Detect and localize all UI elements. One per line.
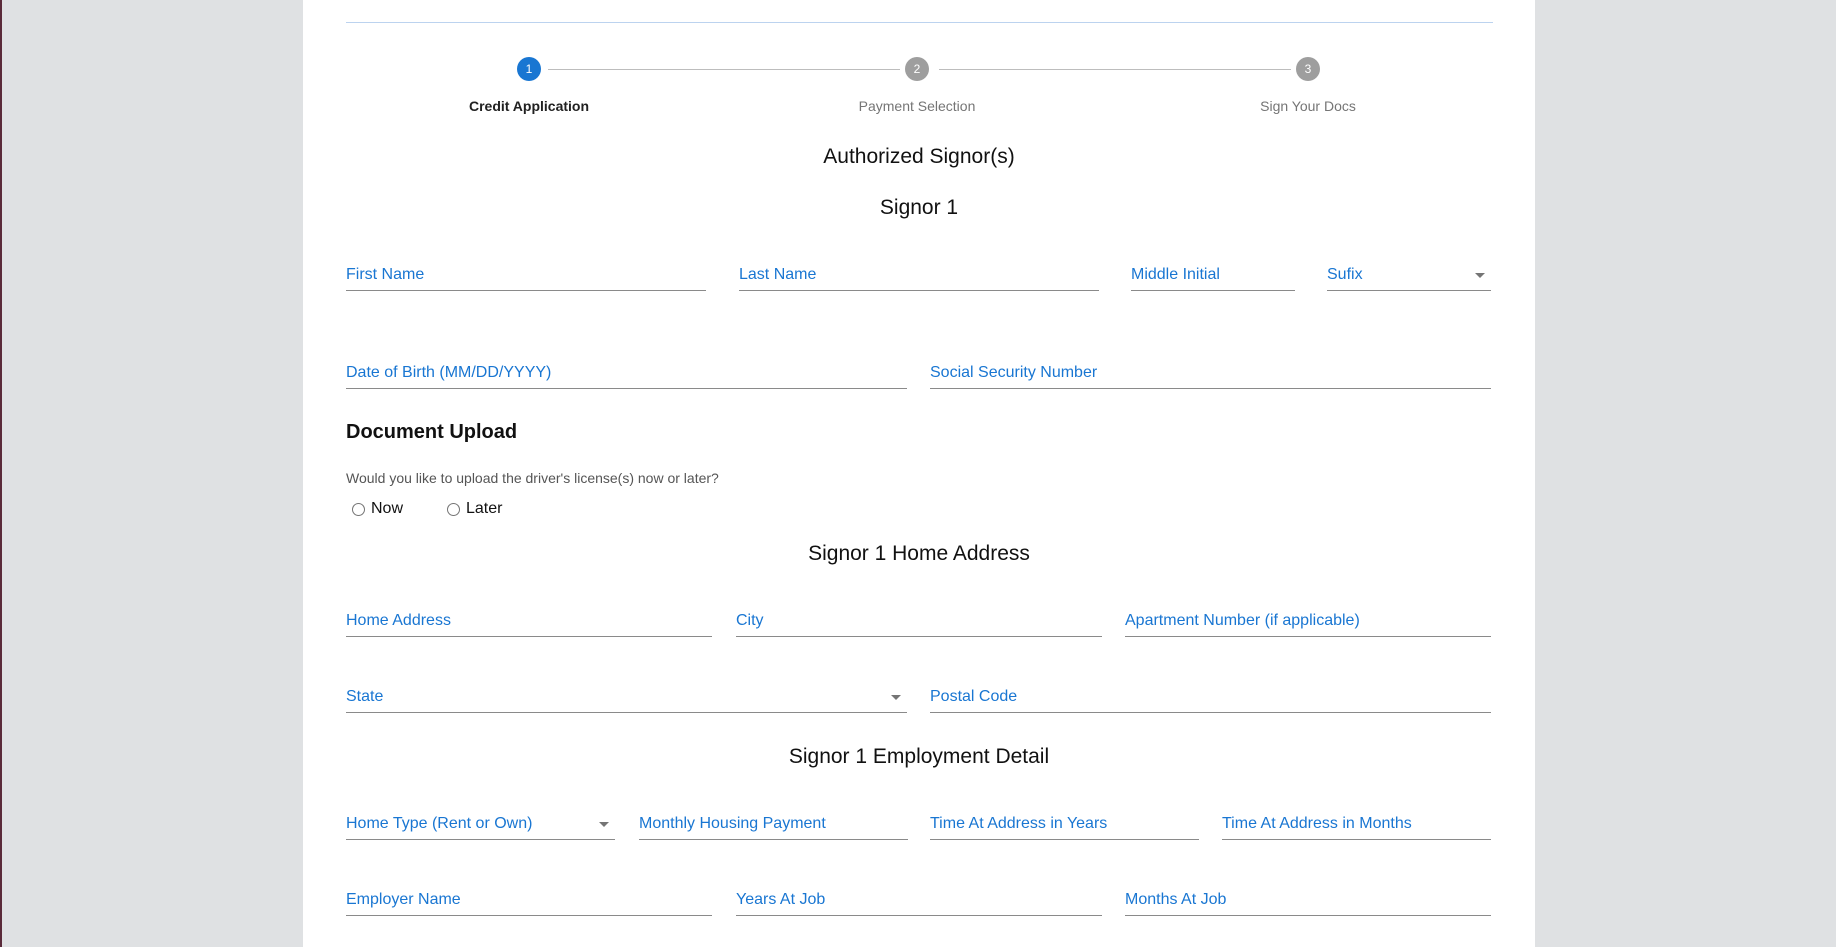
suffix-select[interactable]: Sufix [1327, 255, 1491, 291]
dob-field[interactable]: Date of Birth (MM/DD/YYYY) [346, 353, 907, 389]
radio-now-label: Now [371, 500, 404, 517]
monthly-housing-label: Monthly Housing Payment [639, 815, 826, 832]
dob-label: Date of Birth (MM/DD/YYYY) [346, 364, 552, 381]
home-address-field[interactable]: Home Address [346, 601, 712, 637]
employer-field[interactable]: Employer Name [346, 880, 712, 916]
step-2-label[interactable]: Payment Selection [797, 98, 1037, 114]
last-name-field[interactable]: Last Name [739, 255, 1099, 291]
months-job-label: Months At Job [1125, 891, 1227, 908]
step-2-indicator[interactable]: 2 [905, 57, 929, 81]
step-3-label[interactable]: Sign Your Docs [1188, 98, 1428, 114]
state-select[interactable]: State [346, 677, 907, 713]
time-years-field[interactable]: Time At Address in Years [930, 804, 1199, 840]
suffix-label: Sufix [1327, 266, 1363, 283]
chevron-down-icon [1475, 273, 1485, 278]
last-name-label: Last Name [739, 266, 817, 283]
time-years-label: Time At Address in Years [930, 815, 1108, 832]
form-panel: 1 2 3 Credit Application Payment Selecti… [303, 0, 1535, 947]
step-connector [548, 69, 900, 70]
stepper: 1 2 3 Credit Application Payment Selecti… [303, 0, 1535, 130]
ssn-field[interactable]: Social Security Number [930, 353, 1491, 389]
first-name-label: First Name [346, 266, 425, 283]
state-label: State [346, 688, 384, 705]
radio-now[interactable]: Now [352, 500, 403, 518]
employer-label: Employer Name [346, 891, 461, 908]
apartment-label: Apartment Number (if applicable) [1125, 612, 1360, 629]
chevron-down-icon [599, 822, 609, 827]
step-1-label[interactable]: Credit Application [409, 98, 649, 114]
ssn-label: Social Security Number [930, 364, 1098, 381]
months-job-field[interactable]: Months At Job [1125, 880, 1491, 916]
section-title-authorized: Authorized Signor(s) [823, 145, 1015, 168]
home-type-label: Home Type (Rent or Own) [346, 815, 533, 832]
years-job-field[interactable]: Years At Job [736, 880, 1102, 916]
middle-initial-label: Middle Initial [1131, 266, 1220, 283]
upload-question: Would you like to upload the driver's li… [346, 470, 719, 486]
time-months-label: Time At Address in Months [1222, 815, 1412, 832]
step-3-indicator[interactable]: 3 [1296, 57, 1320, 81]
radio-later[interactable]: Later [447, 500, 502, 518]
window-edge [0, 0, 2, 947]
radio-later-label: Later [466, 500, 503, 517]
section-title-home-address: Signor 1 Home Address [808, 542, 1030, 565]
first-name-field[interactable]: First Name [346, 255, 706, 291]
postal-code-label: Postal Code [930, 688, 1018, 705]
radio-later-button[interactable] [447, 502, 460, 516]
section-title-employment: Signor 1 Employment Detail [788, 745, 1050, 768]
chevron-down-icon [891, 695, 901, 700]
section-title-signor: Signor 1 [879, 196, 959, 219]
city-field[interactable]: City [736, 601, 1102, 637]
postal-code-field[interactable]: Postal Code [930, 677, 1491, 713]
apartment-field[interactable]: Apartment Number (if applicable) [1125, 601, 1491, 637]
city-label: City [736, 612, 764, 629]
home-type-select[interactable]: Home Type (Rent or Own) [346, 804, 615, 840]
radio-now-button[interactable] [352, 502, 365, 516]
monthly-housing-field[interactable]: Monthly Housing Payment [639, 804, 908, 840]
document-upload-title: Document Upload [346, 421, 518, 443]
step-1-indicator[interactable]: 1 [517, 57, 541, 81]
home-address-label: Home Address [346, 612, 451, 629]
time-months-field[interactable]: Time At Address in Months [1222, 804, 1491, 840]
middle-initial-field[interactable]: Middle Initial [1131, 255, 1295, 291]
years-job-label: Years At Job [736, 891, 826, 908]
step-connector [939, 69, 1291, 70]
